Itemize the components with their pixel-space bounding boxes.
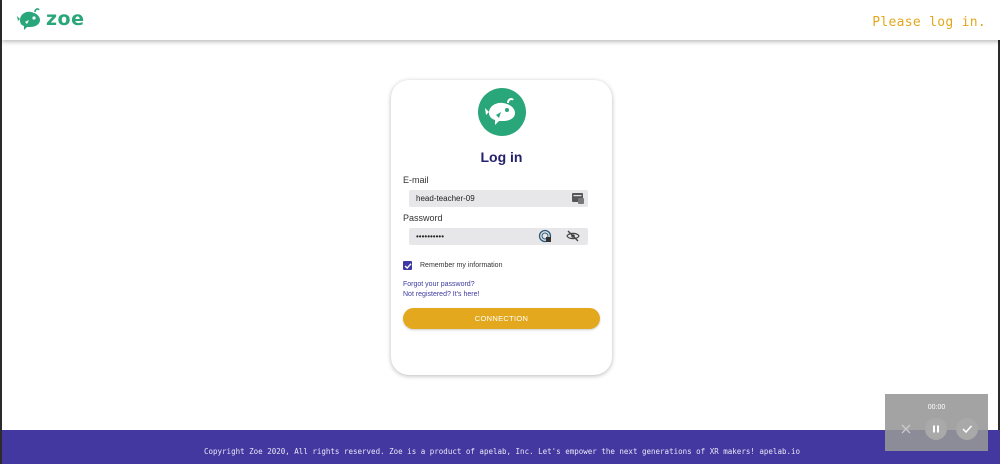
checkmark-icon: [404, 262, 412, 269]
recording-pause-button[interactable]: [925, 418, 947, 440]
brand-logo[interactable]: zoe: [17, 8, 85, 30]
contact-card-icon[interactable]: [571, 191, 585, 205]
login-prompt-message: Please log in.: [872, 15, 986, 30]
remember-me-checkbox[interactable]: [403, 261, 412, 270]
login-title: Log in: [480, 149, 523, 165]
top-navbar: zoe Please log in.: [2, 0, 1000, 40]
visibility-off-icon[interactable]: [566, 229, 580, 243]
zoe-creature-icon: [17, 8, 40, 30]
app-window: zoe Please log in. Log in E-mail head-te…: [0, 0, 1000, 464]
forgot-password-link[interactable]: Forgot your password?: [403, 281, 475, 288]
checkmark-icon: [962, 425, 973, 434]
remember-me-label: Remember my information: [420, 262, 503, 269]
email-value: head-teacher-09: [416, 194, 475, 203]
email-field[interactable]: head-teacher-09: [409, 190, 588, 207]
recording-widget: 00:00: [885, 394, 988, 451]
password-value: ••••••••••: [416, 232, 445, 241]
password-label: Password: [403, 213, 443, 223]
zoe-creature-icon: [485, 98, 515, 125]
zoe-logo-badge: [478, 88, 526, 136]
email-label: E-mail: [403, 175, 429, 185]
remember-me-row: Remember my information: [403, 261, 502, 270]
login-card: Log in E-mail head-teacher-09 Password •…: [391, 80, 612, 375]
close-icon: [901, 424, 911, 434]
recording-confirm-button[interactable]: [956, 418, 978, 440]
register-link[interactable]: Not registered? It's here!: [403, 291, 479, 298]
brand-name: zoe: [46, 8, 85, 30]
copyright-text: Copyright Zoe 2020, All rights reserved.…: [203, 447, 801, 456]
footer-bar: Copyright Zoe 2020, All rights reserved.…: [2, 430, 1000, 464]
recording-cancel-button[interactable]: [895, 418, 917, 440]
recording-timer: 00:00: [927, 404, 946, 411]
password-field[interactable]: ••••••••••: [409, 228, 588, 245]
pause-icon: [933, 425, 939, 433]
fingerprint-key-icon[interactable]: [538, 229, 552, 243]
connection-button[interactable]: CONNECTION: [403, 308, 600, 329]
